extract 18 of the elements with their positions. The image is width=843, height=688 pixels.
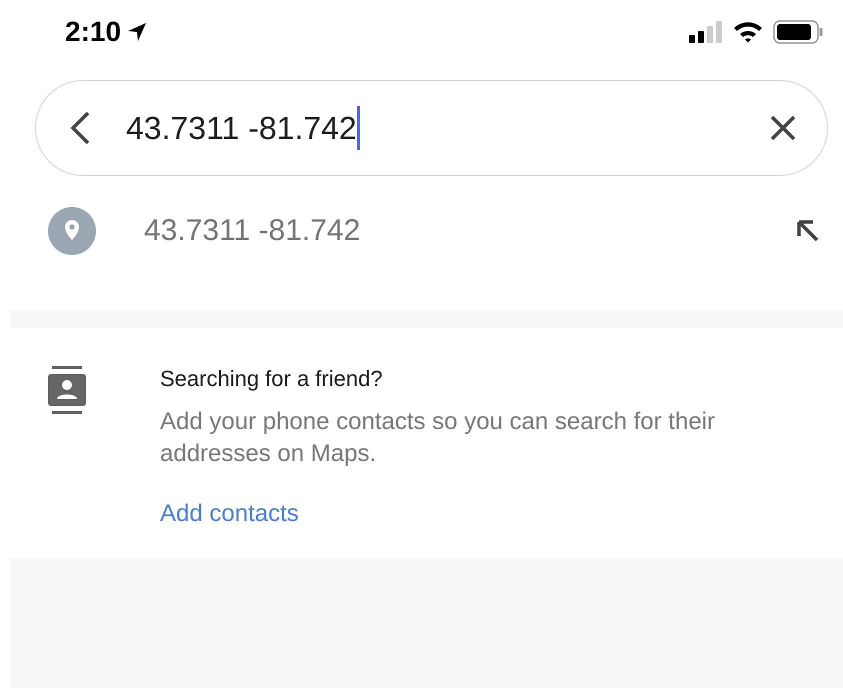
card-title: Searching for a friend? (160, 366, 384, 392)
fill-arrow-icon[interactable] (795, 218, 821, 244)
wifi-icon (733, 21, 763, 43)
add-contacts-link[interactable]: Add contacts (160, 500, 790, 528)
text-cursor-icon (356, 106, 360, 150)
status-time: 2:10 (65, 16, 122, 48)
location-arrow-icon (127, 22, 148, 42)
battery-icon (773, 20, 823, 44)
close-icon[interactable] (769, 114, 797, 142)
suggestion-item[interactable]: 43.7311 -81.742 (0, 176, 843, 286)
search-value: 43.7311 -81.742 (126, 110, 357, 146)
signal-icon (689, 21, 723, 43)
back-icon[interactable] (68, 111, 92, 145)
suggestion-text: 43.7311 -81.742 (144, 214, 362, 248)
search-field[interactable]: 43.7311 -81.742 (35, 80, 828, 176)
location-pin-icon (48, 207, 96, 255)
contacts-icon (48, 366, 86, 414)
card-description: Add your phone contacts so you can search for their addresses on Maps. (160, 407, 716, 469)
